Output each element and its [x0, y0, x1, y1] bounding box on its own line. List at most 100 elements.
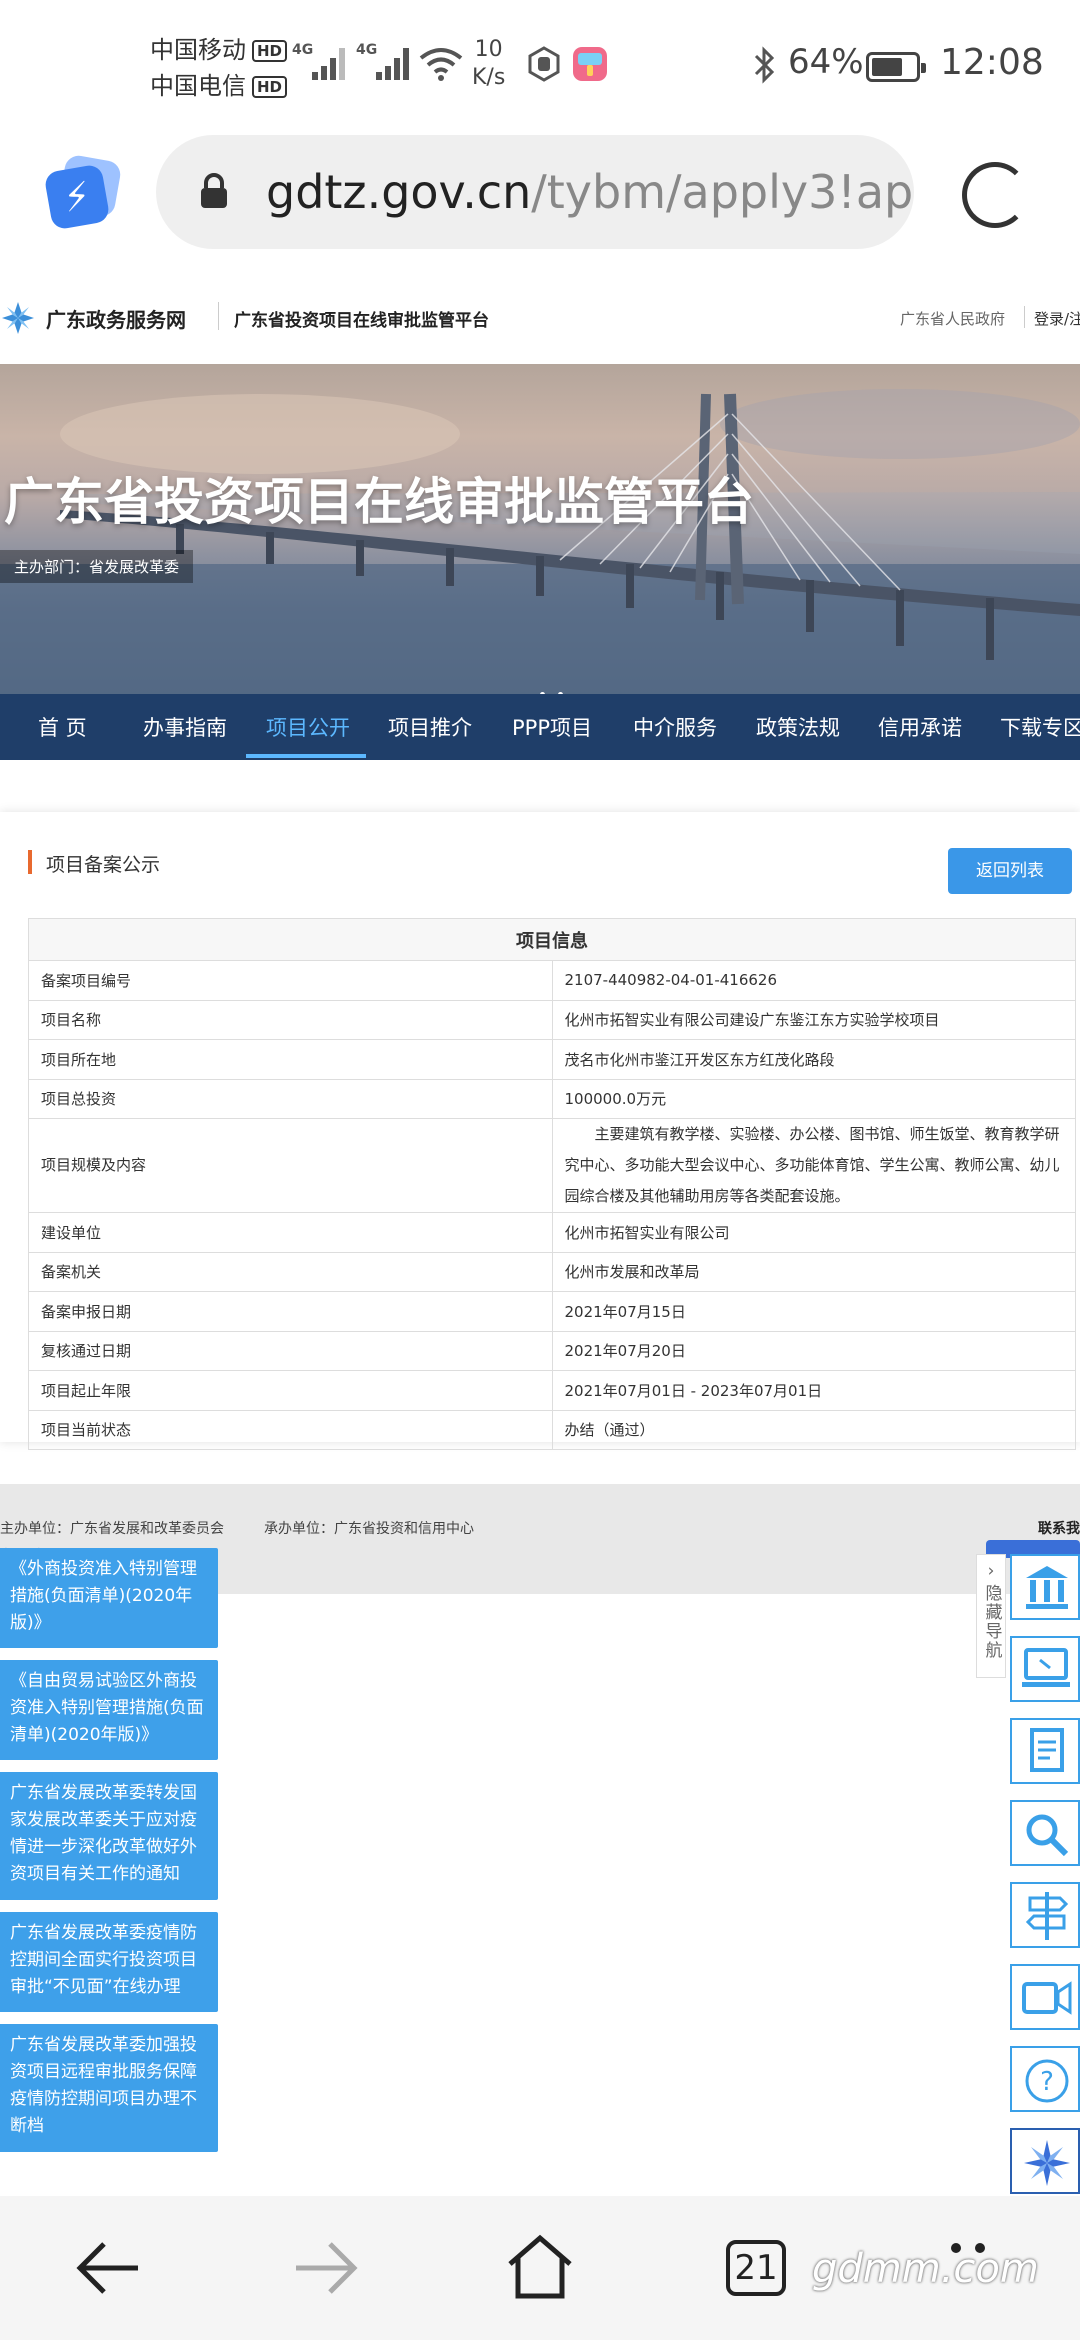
- row-key: 项目所在地: [28, 1039, 553, 1080]
- table-row: 复核通过日期 2021年07月20日: [28, 1330, 1076, 1371]
- row-value: 主要建筑有教学楼、实验楼、办公楼、图书馆、师生饭堂、教育教学研究中心、多功能大型…: [551, 1118, 1076, 1213]
- net-speed: 10 K/s: [472, 37, 506, 90]
- address-bar[interactable]: gdtz.gov.cn/tybm/apply3!app: [156, 135, 914, 249]
- nav-home[interactable]: 首 页: [38, 712, 87, 742]
- carrier-2: 中国电信 HD: [150, 66, 288, 101]
- row-key: 项目规模及内容: [28, 1118, 553, 1213]
- hand-app-icon: [528, 46, 560, 82]
- notice-item[interactable]: 《自由贸易试验区外商投资准入特别管理措施(负面清单)(2020年版)》: [0, 1660, 218, 1760]
- bank-icon[interactable]: [1010, 1554, 1080, 1620]
- reload-icon[interactable]: [962, 162, 1028, 228]
- row-value: 办结（通过）: [551, 1409, 1076, 1450]
- hd-badge: HD: [252, 76, 288, 98]
- table-row: 备案申报日期 2021年07月15日: [28, 1291, 1076, 1332]
- signal-bars-1-icon: [312, 44, 352, 80]
- nav-ppp[interactable]: PPP项目: [512, 712, 592, 742]
- row-value: 茂名市化州市鉴江开发区东方红茂化路段: [551, 1039, 1076, 1080]
- row-key: 建设单位: [28, 1212, 553, 1253]
- row-value: 2021年07月15日: [551, 1291, 1076, 1332]
- banner-title: 广东省投资项目在线审批监管平台: [4, 473, 754, 531]
- table-row: 建设单位 化州市拓智实业有限公司: [28, 1212, 1076, 1253]
- watermark: gdmm.com: [812, 2246, 1039, 2292]
- platform-name[interactable]: 广东省投资项目在线审批监管平台: [234, 306, 489, 331]
- header-divider: [1024, 306, 1025, 328]
- notice-item[interactable]: 广东省发展改革委加强投资项目远程审批服务保障疫情防控期间项目办理不断档: [0, 2024, 218, 2152]
- signal-bars-2-icon: [376, 44, 416, 80]
- row-value: 化州市发展和改革局: [551, 1251, 1076, 1292]
- notice-item[interactable]: 广东省发展改革委疫情防控期间全面实行投资项目审批“不见面”在线办理: [0, 1912, 218, 2012]
- forward-arrow-icon[interactable]: [290, 2238, 360, 2298]
- row-value: 化州市拓智实业有限公司: [551, 1212, 1076, 1253]
- nav-download[interactable]: 下载专区: [1000, 712, 1080, 742]
- row-key: 项目当前状态: [28, 1409, 553, 1450]
- nav-policy[interactable]: 政策法规: [756, 712, 840, 742]
- nav-active-indicator: [246, 754, 366, 758]
- gov-link[interactable]: 广东省人民政府: [900, 308, 1005, 329]
- table-row: 项目规模及内容 主要建筑有教学楼、实验楼、办公楼、图书馆、师生饭堂、教育教学研究中…: [28, 1118, 1076, 1213]
- network-type-1: 4G: [292, 42, 314, 58]
- table-row: 项目所在地 茂名市化州市鉴江开发区东方红茂化路段: [28, 1039, 1076, 1080]
- footer-sponsor: 主办单位：广东省发展和改革委员会: [0, 1521, 224, 1537]
- svg-text:?: ?: [1040, 2067, 1054, 2097]
- clock: 12:08: [940, 42, 1044, 83]
- home-icon[interactable]: [504, 2232, 576, 2302]
- portal-name[interactable]: 广东政务服务网: [46, 304, 186, 333]
- row-key: 项目名称: [28, 999, 553, 1040]
- battery-icon: [866, 52, 926, 82]
- table-row: 项目当前状态 办结（通过）: [28, 1409, 1076, 1450]
- lightning-icon[interactable]: ⚡: [43, 163, 111, 231]
- bluetooth-icon: [754, 46, 775, 84]
- table-row: 项目名称 化州市拓智实业有限公司建设广东鉴江东方实验学校项目: [28, 999, 1076, 1040]
- back-arrow-icon[interactable]: [74, 2238, 144, 2298]
- nav-guide[interactable]: 办事指南: [143, 712, 227, 742]
- document-icon[interactable]: [1010, 1718, 1080, 1784]
- url-text[interactable]: gdtz.gov.cn/tybm/apply3!app: [266, 165, 914, 219]
- main-nav: 首 页 办事指南 项目公开 项目推介 PPP项目 中介服务 政策法规 信用承诺 …: [0, 694, 1080, 760]
- nav-credit[interactable]: 信用承诺: [878, 712, 962, 742]
- site-header: 广东政务服务网 广东省投资项目在线审批监管平台 广东省人民政府 登录/注: [0, 290, 1080, 364]
- video-icon[interactable]: [1010, 1964, 1080, 2030]
- table-row: 备案项目编号 2107-440982-04-01-416626: [28, 960, 1076, 1001]
- battery-percent: 64%: [788, 42, 864, 82]
- row-value: 100000.0万元: [551, 1078, 1076, 1119]
- table-row: 备案机关 化州市发展和改革局: [28, 1251, 1076, 1292]
- table-row: 项目起止年限 2021年07月01日 - 2023年07月01日: [28, 1370, 1076, 1411]
- row-value: 化州市拓智实业有限公司建设广东鉴江东方实验学校项目: [551, 999, 1076, 1040]
- header-divider: [218, 302, 219, 330]
- row-value: 2021年07月20日: [551, 1330, 1076, 1371]
- back-to-list-button[interactable]: 返回列表: [948, 848, 1072, 894]
- footer-host: 承办单位：广东省投资和信用中心: [264, 1521, 474, 1537]
- row-key: 备案项目编号: [28, 960, 553, 1001]
- carrier-1: 中国移动 HD: [150, 30, 288, 65]
- nav-project-public[interactable]: 项目公开: [266, 712, 350, 742]
- notice-item[interactable]: 《外商投资准入特别管理措施(负面清单)(2020年版)》: [0, 1548, 218, 1648]
- help-icon[interactable]: ?: [1010, 2046, 1080, 2112]
- tabs-button[interactable]: 21: [726, 2240, 786, 2296]
- row-key: 备案申报日期: [28, 1291, 553, 1332]
- section-title: 项目备案公示: [46, 854, 161, 876]
- row-key: 备案机关: [28, 1251, 553, 1292]
- network-type-2: 4G: [356, 42, 378, 58]
- logo-icon[interactable]: [1010, 2128, 1080, 2194]
- login-link[interactable]: 登录/注: [1034, 308, 1080, 329]
- signpost-icon[interactable]: [1010, 1882, 1080, 1948]
- hd-badge: HD: [252, 40, 288, 62]
- contact-link[interactable]: 联系我: [1038, 1518, 1080, 1538]
- row-key: 项目起止年限: [28, 1370, 553, 1411]
- lock-icon: [201, 173, 227, 208]
- paint-app-icon: [573, 47, 607, 81]
- hero-banner: 广东省投资项目在线审批监管平台 主办部门：省发展改革委: [0, 364, 1080, 694]
- hide-nav-button[interactable]: › 隐藏导航: [976, 1554, 1006, 1678]
- monitor-icon[interactable]: [1010, 1636, 1080, 1702]
- status-bar: 中国移动 HD 中国电信 HD 4G 4G 10 K/s 64% 12:08: [0, 0, 1080, 130]
- nav-project-promotion[interactable]: 项目推介: [388, 712, 472, 742]
- table-row: 项目总投资 100000.0万元: [28, 1078, 1076, 1119]
- notice-item[interactable]: 广东省发展改革委转发国家发展改革委关于应对疫情进一步深化改革做好外资项目有关工作…: [0, 1772, 218, 1900]
- wifi-icon: [419, 48, 463, 81]
- row-value: 2107-440982-04-01-416626: [551, 960, 1076, 1001]
- project-info-table: 项目信息 备案项目编号 2107-440982-04-01-416626 项目名称…: [28, 918, 1076, 1450]
- nav-agency-service[interactable]: 中介服务: [633, 712, 717, 742]
- chevron-right-icon: ›: [987, 1561, 995, 1581]
- row-key: 项目总投资: [28, 1078, 553, 1119]
- search-icon[interactable]: [1010, 1800, 1080, 1866]
